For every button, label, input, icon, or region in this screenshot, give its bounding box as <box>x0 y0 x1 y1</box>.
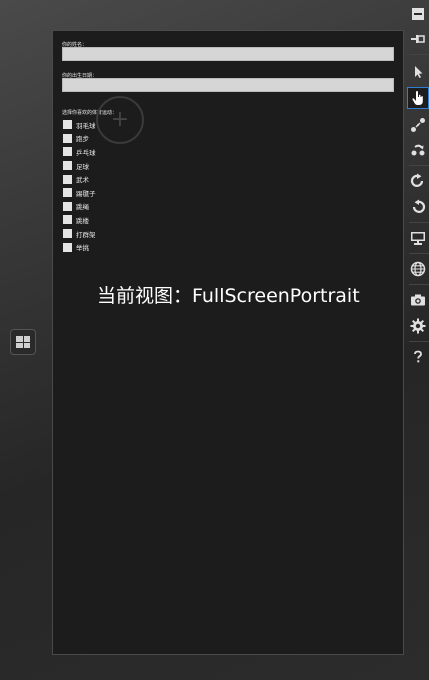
plus-icon: + <box>110 107 130 132</box>
checkbox[interactable] <box>63 201 72 211</box>
rotate-counterclockwise-icon[interactable] <box>407 196 429 218</box>
checkbox[interactable] <box>63 174 72 184</box>
help-icon[interactable] <box>407 346 429 368</box>
sport-option-label: 跑步 <box>76 135 89 144</box>
rotate-clockwise-icon[interactable] <box>407 170 429 192</box>
checkbox[interactable] <box>63 229 72 239</box>
sport-option-label: 羽毛球 <box>76 121 96 130</box>
sport-option[interactable]: 打群架 <box>63 227 96 241</box>
birthday-input[interactable] <box>62 78 394 92</box>
touch-hand-icon[interactable] <box>407 87 429 109</box>
sport-option-label: 打群架 <box>76 230 96 239</box>
sports-checkbox-list: 羽毛球 跑步 乒乓球 足球 武术 踢毽子 跳绳 跳楼 打群架 举挑 <box>63 118 96 254</box>
sport-option-label: 乒乓球 <box>76 148 96 157</box>
sport-option-label: 跳楼 <box>76 216 89 225</box>
checkbox[interactable] <box>63 215 72 225</box>
checkbox[interactable] <box>63 133 72 143</box>
sport-option-label: 踢毽子 <box>76 189 96 198</box>
minimize-icon[interactable] <box>407 3 429 25</box>
change-resolution-icon[interactable] <box>407 227 429 249</box>
checkbox[interactable] <box>63 161 72 171</box>
sport-option-label: 武术 <box>76 176 89 185</box>
sport-option-label: 举挑 <box>76 244 89 253</box>
settings-icon[interactable] <box>407 315 429 337</box>
sport-option[interactable]: 羽毛球 <box>63 118 96 132</box>
sport-option[interactable]: 跑步 <box>63 132 96 146</box>
checkbox[interactable] <box>63 242 72 252</box>
rotation-gesture-icon[interactable] <box>407 139 429 161</box>
checkbox[interactable] <box>63 188 72 198</box>
sport-option-label: 足球 <box>76 162 89 171</box>
checkbox[interactable] <box>63 147 72 157</box>
pinch-zoom-icon[interactable] <box>407 114 429 136</box>
sport-option[interactable]: 踢毽子 <box>63 186 96 200</box>
current-view-caption: 当前视图：FullScreenPortrait <box>97 285 360 307</box>
sport-option[interactable]: 足球 <box>63 159 96 173</box>
sport-option[interactable]: 乒乓球 <box>63 145 96 159</box>
sport-option[interactable]: 跳楼 <box>63 213 96 227</box>
sport-option[interactable]: 跳绳 <box>63 200 96 214</box>
windows-button[interactable] <box>10 329 36 355</box>
simulator-toolbar <box>407 0 429 680</box>
pin-icon[interactable] <box>407 28 429 50</box>
sport-option[interactable]: 武术 <box>63 172 96 186</box>
set-location-icon[interactable] <box>407 258 429 280</box>
screenshot-icon[interactable] <box>407 289 429 311</box>
sport-option[interactable]: 举挑 <box>63 240 96 254</box>
name-input[interactable] <box>62 47 394 61</box>
mouse-pointer-icon[interactable] <box>407 61 429 83</box>
touch-indicator: + <box>96 96 144 144</box>
windows-logo-icon <box>16 336 30 348</box>
sport-option-label: 跳绳 <box>76 203 89 212</box>
app-view: 你的姓名： 你的出生日期： 选择你喜欢的体育运动： 羽毛球 跑步 乒乓球 足球 … <box>52 30 404 655</box>
checkbox[interactable] <box>63 120 72 130</box>
